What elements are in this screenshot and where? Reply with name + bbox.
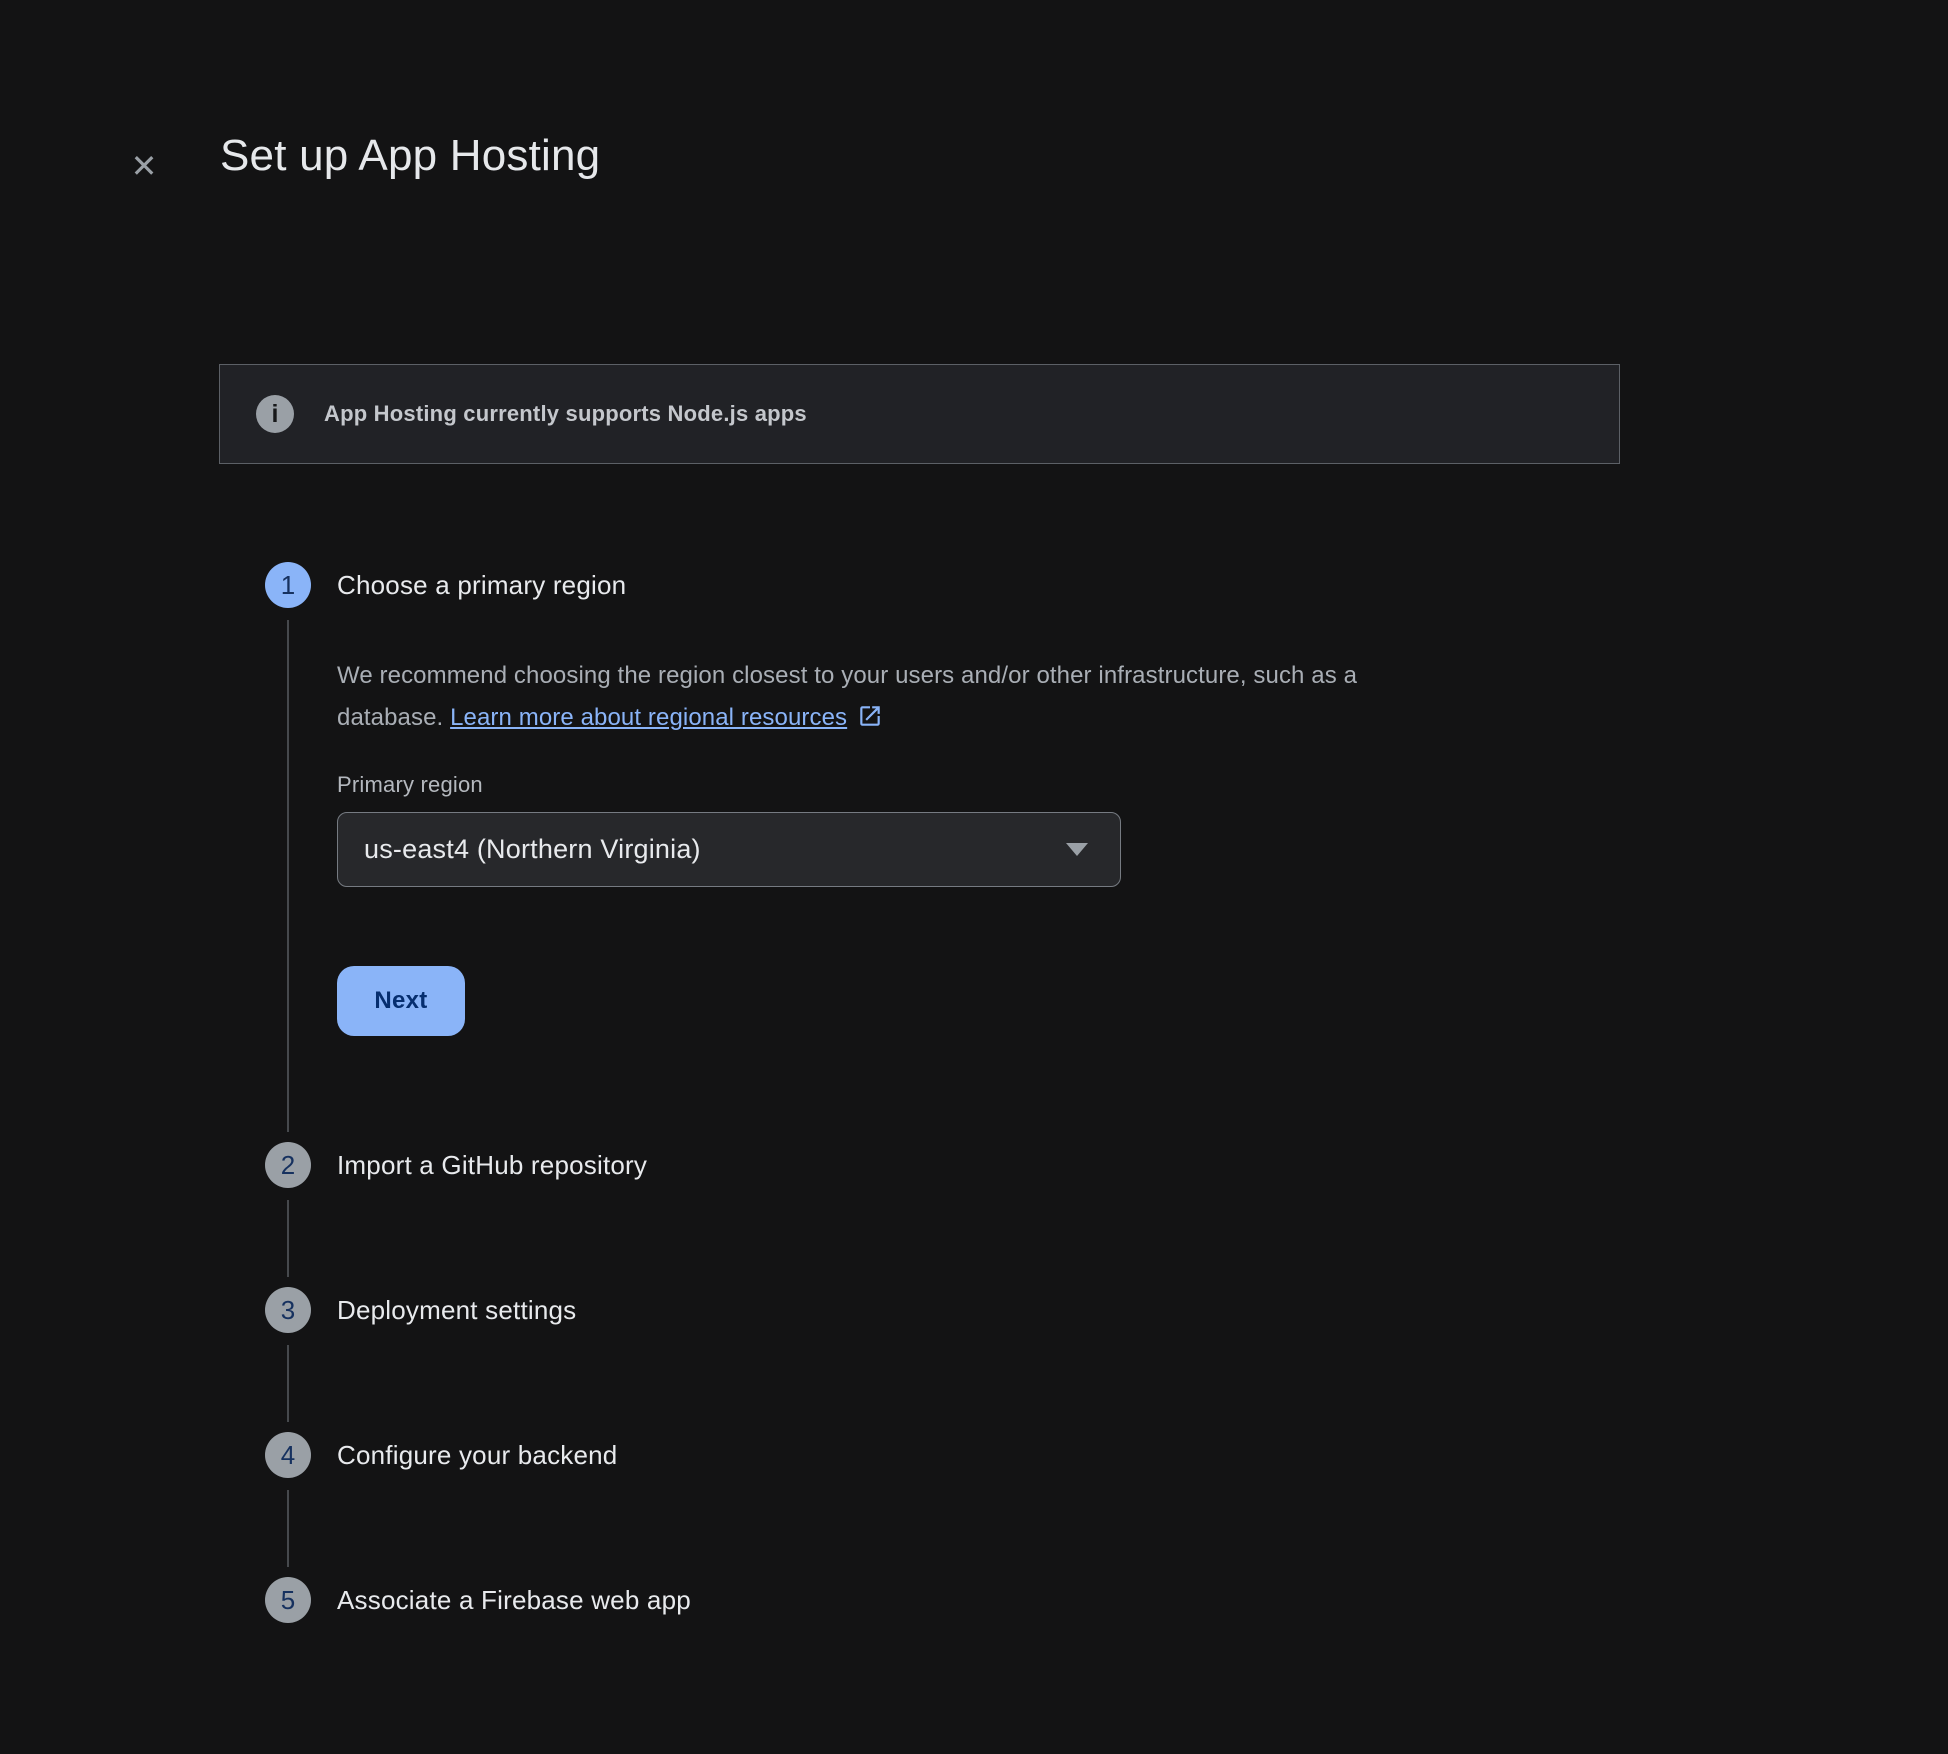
open-in-new-icon — [857, 701, 883, 743]
chevron-down-icon — [1066, 843, 1088, 856]
step-connector — [287, 1345, 289, 1422]
learn-more-regional-resources-link[interactable]: Learn more about regional resources — [450, 704, 883, 731]
info-banner: i App Hosting currently supports Node.js… — [219, 364, 1620, 464]
step4-label: Configure your backend — [337, 1437, 617, 1473]
step1-description-line2-prefix: database. — [337, 704, 450, 731]
step-connector — [287, 1200, 289, 1277]
step1-description: We recommend choosing the region closest… — [337, 655, 1357, 743]
setup-app-hosting-dialog: ✕ Set up App Hosting i App Hosting curre… — [0, 0, 1948, 1754]
close-icon[interactable]: ✕ — [116, 138, 172, 194]
info-icon: i — [256, 395, 294, 433]
step1-label: Choose a primary region — [337, 567, 626, 603]
primary-region-label: Primary region — [337, 772, 483, 798]
step2-label: Import a GitHub repository — [337, 1147, 647, 1183]
step5-label: Associate a Firebase web app — [337, 1582, 691, 1618]
primary-region-selected-value: us-east4 (Northern Virginia) — [364, 834, 1066, 865]
step4-indicator: 4 — [265, 1432, 311, 1478]
next-button[interactable]: Next — [337, 966, 465, 1036]
primary-region-select[interactable]: us-east4 (Northern Virginia) — [337, 812, 1121, 887]
step2-indicator: 2 — [265, 1142, 311, 1188]
step1-indicator: 1 — [265, 562, 311, 608]
page-title: Set up App Hosting — [220, 131, 600, 181]
step5-indicator: 5 — [265, 1577, 311, 1623]
step3-label: Deployment settings — [337, 1292, 576, 1328]
learn-more-link-text: Learn more about regional resources — [450, 704, 847, 731]
step-connector — [287, 1490, 289, 1567]
info-banner-text: App Hosting currently supports Node.js a… — [324, 401, 807, 427]
step1-description-line1: We recommend choosing the region closest… — [337, 662, 1357, 689]
step3-indicator: 3 — [265, 1287, 311, 1333]
step-connector — [287, 620, 289, 1132]
